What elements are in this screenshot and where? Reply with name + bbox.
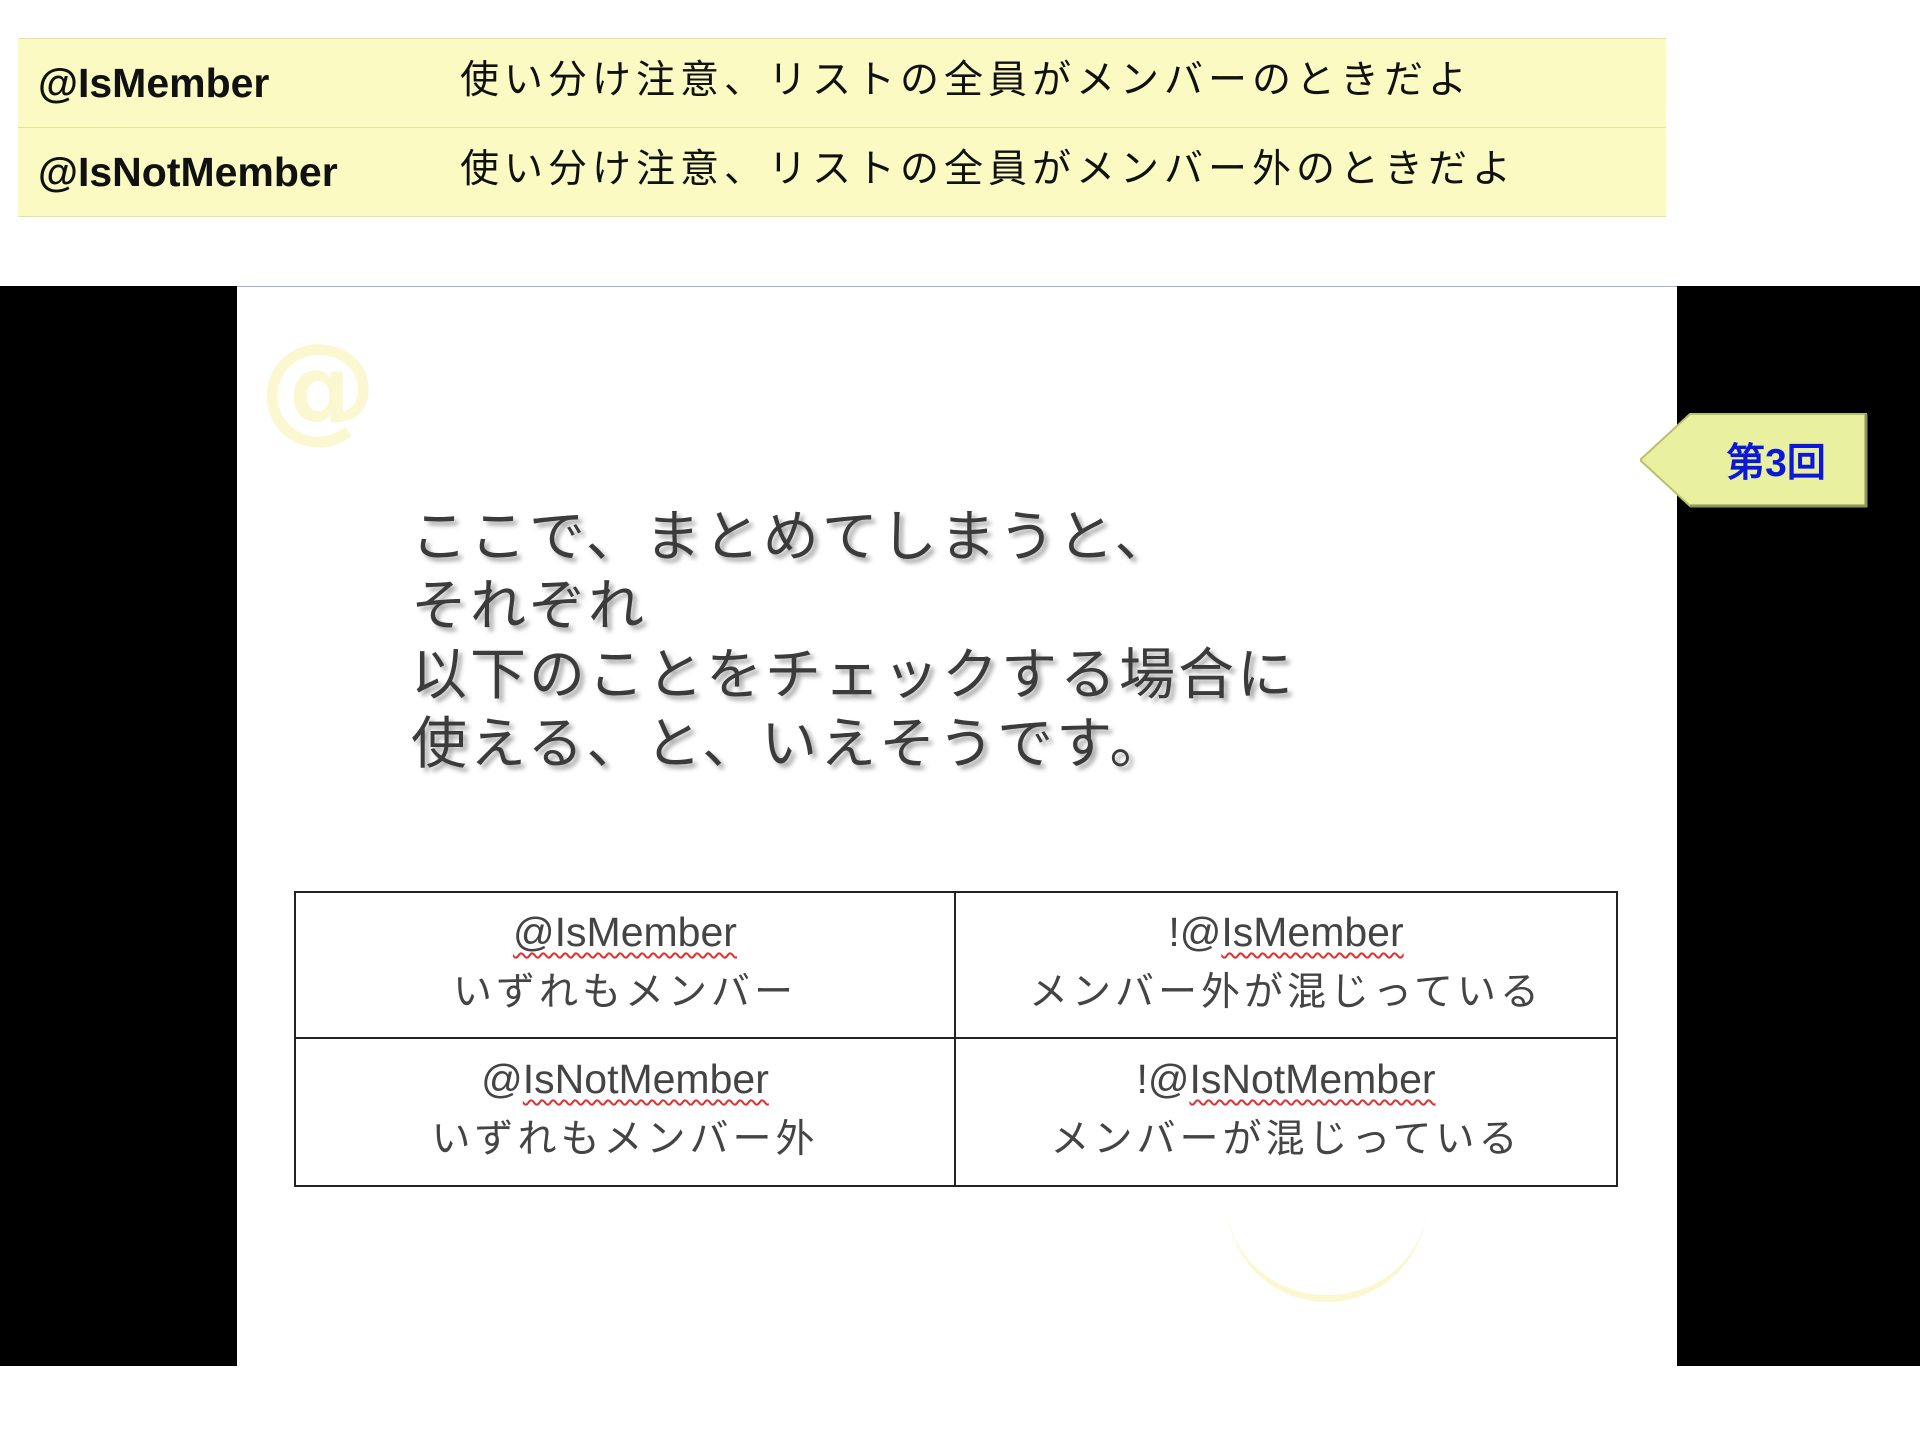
cell-code-prefix: !@ [1136,1056,1190,1102]
cell-meaning: いずれもメンバー [452,970,797,1015]
summary-table: @IsMember いずれもメンバー !@IsMember メンバー外が混じって… [294,891,1618,1187]
slide-text-line: それぞれ [411,574,647,639]
definition-row: @IsNotMember 使い分け注意、リストの全員がメンバー外のときだよ [18,128,1666,217]
slide-text-line: 以下のことをチェックする場合に [411,643,1296,708]
summary-cell: @IsNotMember いずれもメンバー外 [296,1039,956,1185]
slide: @ ここで、まとめてしまうと、 それぞれ 以下のことをチェックする場合に 使える… [237,286,1677,1367]
cell-meaning: メンバー外が混じっている [1028,970,1544,1015]
definition-term: @IsMember [38,59,270,106]
summary-cell: @IsMember いずれもメンバー [296,893,956,1039]
cell-code-prefix: !@ [1168,909,1222,955]
episode-badge: 第3回 [1640,412,1868,508]
cell-code: @IsMember [513,909,737,955]
definition-description: 使い分け注意、リストの全員がメンバーのときだよ [460,58,1473,103]
badge-label: 第3回 [1726,442,1826,485]
cell-code: IsNotMember [522,1056,769,1102]
definition-description: 使い分け注意、リストの全員がメンバー外のときだよ [460,147,1517,192]
cell-code: IsMember [1221,909,1404,955]
slide-screenshot: @ ここで、まとめてしまうと、 それぞれ 以下のことをチェックする場合に 使える… [0,286,1920,1367]
definition-row: @IsMember 使い分け注意、リストの全員がメンバーのときだよ [18,39,1666,128]
cell-code: IsNotMember [1189,1056,1436,1102]
summary-cell: !@IsNotMember メンバーが混じっている [956,1039,1616,1185]
cell-meaning: いずれもメンバー外 [431,1117,819,1162]
definition-table: @IsMember 使い分け注意、リストの全員がメンバーのときだよ @IsNot… [18,38,1666,217]
cell-meaning: メンバーが混じっている [1050,1117,1522,1162]
slide-text-line: 使える、と、いえそうです。 [411,712,1169,777]
definition-term: @IsNotMember [38,148,338,195]
cell-code-prefix: @ [481,1056,523,1102]
summary-cell: !@IsMember メンバー外が混じっている [956,893,1616,1039]
slide-text-line: ここで、まとめてしまうと、 [411,505,1174,570]
slide-body-text: ここで、まとめてしまうと、 それぞれ 以下のことをチェックする場合に 使える、と… [411,503,1296,779]
at-symbol-watermark: @ [259,317,377,455]
